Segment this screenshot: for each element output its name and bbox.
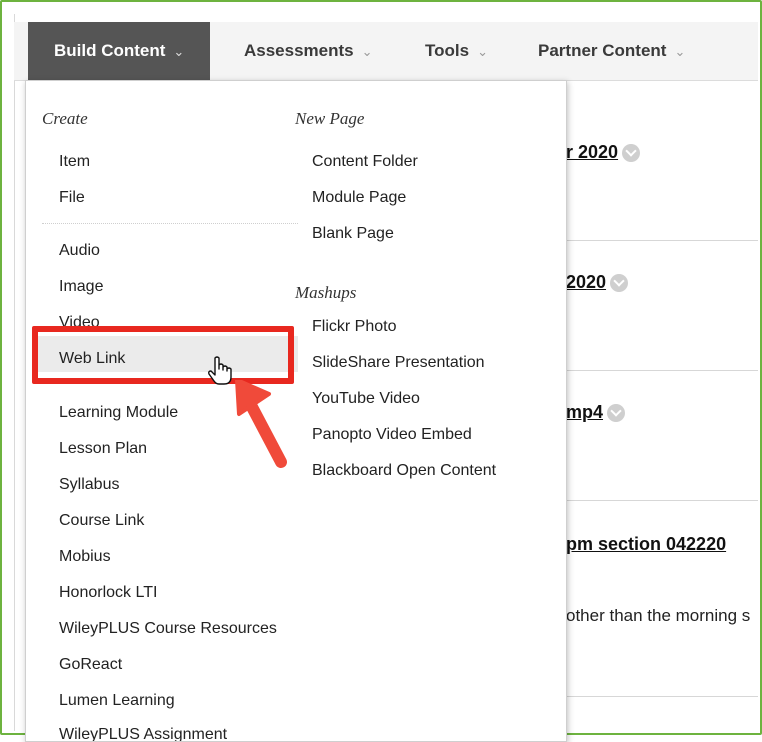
content-item-title-text: pm section 042220 bbox=[566, 534, 727, 554]
row-divider bbox=[565, 370, 758, 371]
row-divider bbox=[565, 500, 758, 501]
menu-item-wileyplus-assignment[interactable]: WileyPLUS Assignment bbox=[59, 726, 227, 741]
chevron-down-icon: ⌄ bbox=[173, 44, 185, 59]
menu-item-mobius[interactable]: Mobius bbox=[59, 548, 111, 566]
menu-item-lumen-learning[interactable]: Lumen Learning bbox=[59, 692, 175, 710]
menu-item-panopto-video-embed[interactable]: Panopto Video Embed bbox=[312, 426, 472, 444]
tab-tools[interactable]: Tools ⌄ bbox=[425, 22, 488, 80]
group-title-mashups: Mashups bbox=[295, 283, 357, 302]
group-title-create: Create bbox=[42, 109, 88, 128]
content-item-title-text: 2020 bbox=[566, 272, 607, 292]
content-item-description: other than the morning s bbox=[566, 606, 751, 625]
options-chevron-icon[interactable] bbox=[610, 274, 629, 293]
menu-item-item[interactable]: Item bbox=[59, 153, 90, 171]
pointer-arrow-icon bbox=[235, 380, 287, 468]
menu-item-syllabus[interactable]: Syllabus bbox=[59, 476, 119, 494]
tab-partner-content-label: Partner Content bbox=[538, 41, 667, 60]
menu-item-image[interactable]: Image bbox=[59, 278, 103, 296]
row-divider bbox=[565, 696, 758, 697]
row-divider bbox=[565, 240, 758, 241]
highlight-box bbox=[32, 326, 294, 384]
menu-item-honorlock-lti[interactable]: Honorlock LTI bbox=[59, 584, 157, 602]
tab-tools-label: Tools bbox=[425, 41, 470, 60]
menu-item-course-link[interactable]: Course Link bbox=[59, 512, 144, 530]
chevron-down-icon: ⌄ bbox=[674, 44, 686, 59]
menu-divider bbox=[42, 223, 298, 224]
group-title-new-page: New Page bbox=[295, 109, 365, 128]
menu-item-goreact[interactable]: GoReact bbox=[59, 656, 122, 674]
menu-item-wileyplus-course-resources[interactable]: WileyPLUS Course Resources bbox=[59, 620, 277, 638]
tab-build-content-label: Build Content bbox=[54, 41, 166, 60]
content-item-title-text: r 2020 bbox=[566, 142, 619, 162]
menu-item-file[interactable]: File bbox=[59, 189, 85, 207]
chevron-down-icon: ⌄ bbox=[477, 44, 488, 59]
tab-partner-content[interactable]: Partner Content ⌄ bbox=[538, 22, 685, 80]
content-item-title-text: mp4 bbox=[566, 402, 604, 422]
tab-build-content[interactable]: Build Content ⌄ bbox=[28, 22, 211, 80]
menu-item-learning-module[interactable]: Learning Module bbox=[59, 404, 178, 422]
menu-item-slideshare-presentation[interactable]: SlideShare Presentation bbox=[312, 354, 485, 372]
options-chevron-icon[interactable] bbox=[607, 404, 626, 423]
menu-item-audio[interactable]: Audio bbox=[59, 242, 100, 260]
menu-item-blank-page[interactable]: Blank Page bbox=[312, 225, 394, 243]
content-item-title[interactable]: mp4 bbox=[566, 402, 626, 423]
content-item-title[interactable]: pm section 042220 bbox=[566, 534, 726, 555]
menu-item-flickr-photo[interactable]: Flickr Photo bbox=[312, 318, 396, 336]
menu-item-lesson-plan[interactable]: Lesson Plan bbox=[59, 440, 147, 458]
menu-item-blackboard-open-content[interactable]: Blackboard Open Content bbox=[312, 462, 496, 480]
options-chevron-icon[interactable] bbox=[622, 144, 641, 163]
content-toolbar: Build Content ⌄ Assessments ⌄ Tools ⌄ Partn… bbox=[14, 22, 758, 81]
menu-item-content-folder[interactable]: Content Folder bbox=[312, 153, 418, 171]
content-item-title[interactable]: 2020 bbox=[566, 272, 629, 293]
content-item-title[interactable]: r 2020 bbox=[566, 142, 641, 163]
chevron-down-icon: ⌄ bbox=[361, 44, 373, 59]
tab-assessments-label: Assessments bbox=[244, 41, 354, 60]
menu-item-youtube-video[interactable]: YouTube Video bbox=[312, 390, 420, 408]
menu-item-module-page[interactable]: Module Page bbox=[312, 189, 406, 207]
tab-assessments[interactable]: Assessments ⌄ bbox=[244, 22, 373, 80]
